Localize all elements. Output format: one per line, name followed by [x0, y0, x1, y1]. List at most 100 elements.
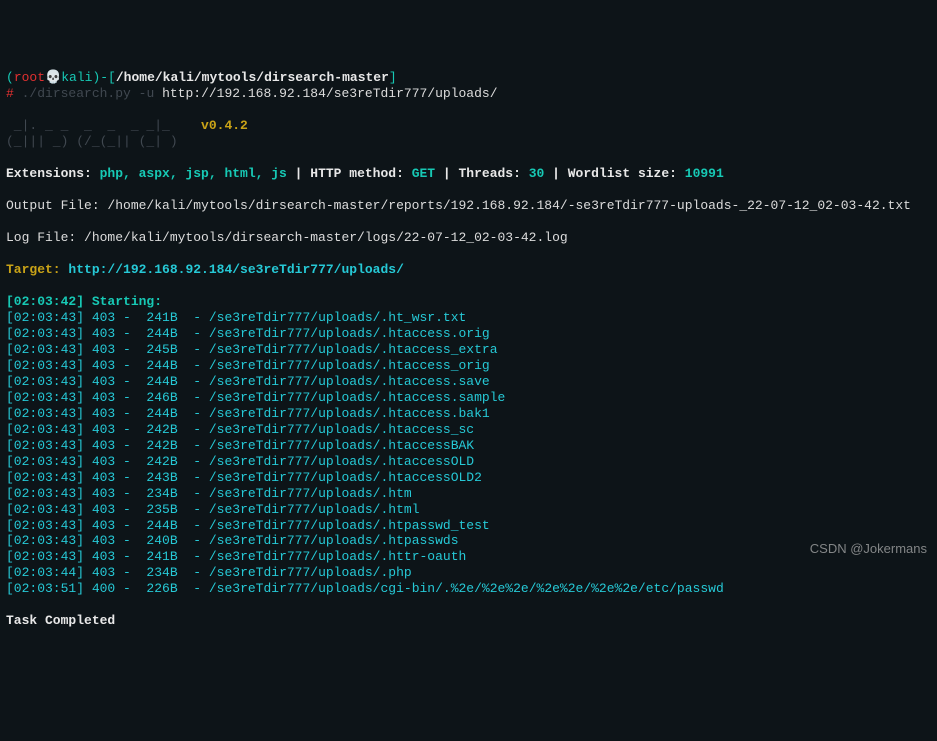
result-code: 403 - [84, 454, 131, 469]
result-code: 403 - [84, 310, 131, 325]
result-code: 403 - [84, 422, 131, 437]
result-code: 403 - [84, 502, 131, 517]
task-completed: Task Completed [6, 613, 115, 628]
prompt-open: ( [6, 70, 14, 85]
prompt-bopen: [ [108, 70, 116, 85]
result-size: 234B [131, 486, 178, 501]
version: v0.4.2 [201, 118, 248, 133]
result-sep: - [178, 581, 209, 596]
prompt-cwd: /home/kali/mytools/dirsearch-master [116, 70, 389, 85]
target-url: http://192.168.92.184/se3reTdir777/uploa… [68, 262, 403, 277]
result-size: 244B [131, 518, 178, 533]
result-path: /se3reTdir777/uploads/.htaccess_extra [209, 342, 498, 357]
result-list: [02:03:43] 403 - 241B - /se3reTdir777/up… [6, 310, 931, 598]
prompt-user: root [14, 70, 45, 85]
sep1: | [287, 166, 310, 181]
result-ts: [02:03:43] [6, 310, 84, 325]
result-sep: - [178, 518, 209, 533]
result-ts: [02:03:43] [6, 486, 84, 501]
result-path: /se3reTdir777/uploads/.htaccess_sc [209, 422, 474, 437]
result-code: 403 - [84, 406, 131, 421]
result-ts: [02:03:43] [6, 406, 84, 421]
result-size: 245B [131, 342, 178, 357]
result-code: 403 - [84, 533, 131, 548]
result-ts: [02:03:43] [6, 470, 84, 485]
result-size: 241B [131, 310, 178, 325]
result-sep: - [178, 406, 209, 421]
result-code: 400 - [84, 581, 131, 596]
result-ts: [02:03:44] [6, 565, 84, 580]
prompt-host: kali [61, 70, 92, 85]
result-ts: [02:03:43] [6, 502, 84, 517]
result-size: 234B [131, 565, 178, 580]
result-path: /se3reTdir777/uploads/.httr-oauth [209, 549, 466, 564]
cmd-bin: ./dirsearch.py [14, 86, 131, 101]
ext-val: php, aspx, jsp, html, js [100, 166, 287, 181]
result-path: /se3reTdir777/uploads/.htaccessOLD2 [209, 470, 482, 485]
result-sep: - [178, 310, 209, 325]
result-size: 235B [131, 502, 178, 517]
result-path: /se3reTdir777/uploads/.htaccess_orig [209, 358, 490, 373]
result-path: /se3reTdir777/uploads/.htaccess.sample [209, 390, 505, 405]
result-path: /se3reTdir777/uploads/.ht_wsr.txt [209, 310, 466, 325]
result-size: 240B [131, 533, 178, 548]
result-ts: [02:03:43] [6, 342, 84, 357]
sep2: | [435, 166, 458, 181]
result-path: /se3reTdir777/uploads/.htaccess.save [209, 374, 490, 389]
result-size: 244B [131, 326, 178, 341]
target-label: Target: [6, 262, 68, 277]
prompt-close: )- [92, 70, 108, 85]
wordlist-label: Wordlist size: [568, 166, 685, 181]
result-sep: - [178, 549, 209, 564]
result-path: /se3reTdir777/uploads/.php [209, 565, 412, 580]
prompt-hash: # [6, 86, 14, 101]
result-size: 246B [131, 390, 178, 405]
threads-label: Threads: [459, 166, 529, 181]
method: GET [412, 166, 435, 181]
watermark: CSDN @Jokermans [810, 541, 927, 557]
result-sep: - [178, 374, 209, 389]
result-code: 403 - [84, 374, 131, 389]
result-code: 403 - [84, 486, 131, 501]
result-sep: - [178, 342, 209, 357]
ext-label: Extensions: [6, 166, 100, 181]
result-sep: - [178, 390, 209, 405]
starting: [02:03:42] Starting: [6, 294, 162, 309]
terminal-output[interactable]: (root💀kali)-[/home/kali/mytools/dirsearc… [6, 70, 931, 629]
result-code: 403 - [84, 565, 131, 580]
skull-icon: 💀 [45, 70, 61, 85]
result-size: 244B [131, 358, 178, 373]
result-size: 226B [131, 581, 178, 596]
result-size: 242B [131, 422, 178, 437]
result-ts: [02:03:43] [6, 374, 84, 389]
result-sep: - [178, 438, 209, 453]
result-code: 403 - [84, 549, 131, 564]
method-label: HTTP method: [310, 166, 411, 181]
result-code: 403 - [84, 518, 131, 533]
result-ts: [02:03:43] [6, 326, 84, 341]
result-size: 242B [131, 438, 178, 453]
result-sep: - [178, 358, 209, 373]
result-ts: [02:03:43] [6, 358, 84, 373]
result-size: 244B [131, 406, 178, 421]
result-path: /se3reTdir777/uploads/.htpasswd_test [209, 518, 490, 533]
result-path: /se3reTdir777/uploads/.htm [209, 486, 412, 501]
cmd-flag: -u [131, 86, 162, 101]
prompt-bclose: ] [389, 70, 397, 85]
result-path: /se3reTdir777/uploads/.htaccessOLD [209, 454, 474, 469]
ascii-logo-line1: _|. _ _ _ _ _ _|_ [6, 118, 201, 133]
result-code: 403 - [84, 342, 131, 357]
result-ts: [02:03:43] [6, 518, 84, 533]
result-sep: - [178, 486, 209, 501]
result-ts: [02:03:43] [6, 390, 84, 405]
result-code: 403 - [84, 438, 131, 453]
result-ts: [02:03:43] [6, 533, 84, 548]
result-ts: [02:03:51] [6, 581, 84, 596]
result-sep: - [178, 502, 209, 517]
result-size: 241B [131, 549, 178, 564]
result-path: /se3reTdir777/uploads/.htpasswds [209, 533, 459, 548]
wordlist-size: 10991 [685, 166, 724, 181]
result-sep: - [178, 565, 209, 580]
result-code: 403 - [84, 358, 131, 373]
result-path: /se3reTdir777/uploads/cgi-bin/.%2e/%2e%2… [209, 581, 724, 596]
